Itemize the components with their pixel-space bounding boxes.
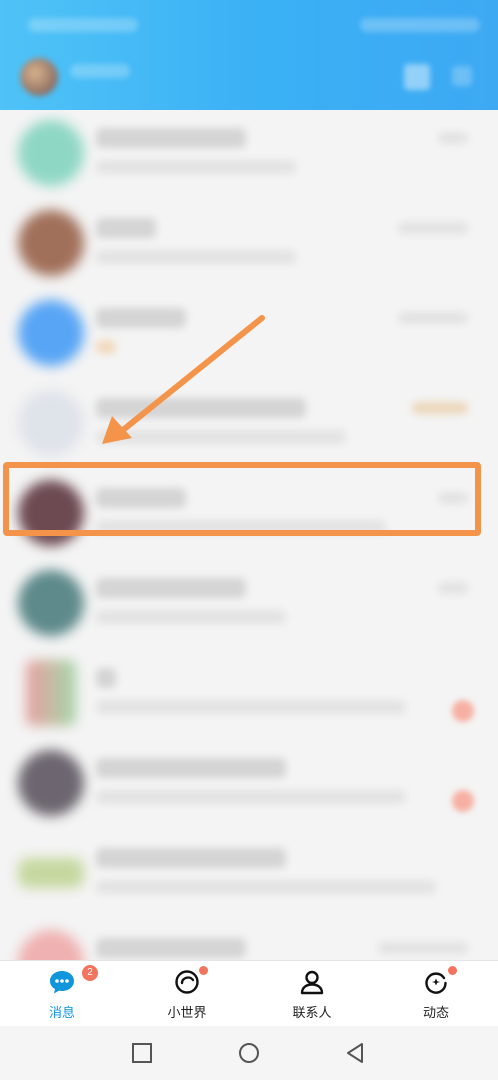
app-header (0, 0, 498, 110)
avatar (18, 570, 84, 636)
avatar (26, 660, 76, 726)
conversation-name (96, 938, 246, 958)
notification-dot (199, 966, 208, 975)
chat-bubble-icon (50, 971, 74, 994)
avatar (18, 300, 84, 366)
tab-label: 联系人 (292, 1006, 332, 1021)
tab-label: 动态 (422, 1006, 449, 1021)
tab-label: 小世界 (167, 1006, 207, 1021)
tab-label: 消息 (48, 1006, 75, 1021)
avatar (18, 120, 84, 186)
conversation-name (96, 128, 246, 148)
avatar (18, 210, 84, 276)
conversation-preview (96, 250, 296, 264)
conversation-name (96, 668, 116, 688)
circle-icon[interactable] (238, 1042, 260, 1064)
tab-moments[interactable]: 动态 (386, 961, 486, 1027)
avatar (18, 390, 84, 456)
unread-badge (452, 700, 474, 722)
conversation-time (438, 132, 468, 144)
conversation-time (438, 582, 468, 594)
unread-badge (452, 790, 474, 812)
conversation-name (96, 758, 286, 778)
conversation-time (378, 942, 468, 954)
conversation-name (96, 218, 156, 238)
highlight-box (3, 462, 481, 536)
plus-icon[interactable] (452, 66, 472, 86)
ring-icon (175, 970, 199, 994)
conversation-preview (96, 790, 406, 804)
list-item[interactable] (0, 650, 498, 740)
system-nav-bar (0, 1026, 498, 1080)
profile-avatar[interactable] (20, 58, 58, 96)
conversation-name (96, 578, 246, 598)
list-item[interactable] (0, 920, 498, 960)
notification-dot (448, 966, 457, 975)
square-icon[interactable] (131, 1042, 153, 1064)
account-name (70, 64, 130, 78)
list-item[interactable] (0, 560, 498, 650)
conversation-preview (96, 880, 436, 894)
unread-count-badge: 2 (82, 965, 98, 981)
conversation-name (96, 848, 286, 868)
status-bar-right (360, 18, 480, 32)
person-icon (300, 970, 324, 995)
status-bar-left (28, 18, 138, 32)
conversation-preview (96, 160, 296, 174)
add-icon[interactable] (404, 64, 430, 90)
list-item[interactable] (0, 740, 498, 830)
tab-contacts[interactable]: 联系人 (262, 961, 362, 1027)
annotation-arrow (102, 315, 265, 444)
conversation-time (398, 222, 468, 234)
list-item[interactable] (0, 830, 498, 920)
bottom-tab-bar: 2 消息 小世界 联系人 动态 (0, 960, 498, 1027)
avatar (18, 858, 84, 888)
conversation-preview (96, 610, 286, 624)
list-item[interactable] (0, 110, 498, 200)
avatar (18, 750, 84, 816)
star-refresh-icon (425, 972, 447, 994)
tab-small-world[interactable]: 小世界 (137, 961, 237, 1027)
avatar (18, 930, 84, 960)
triangle-back-icon[interactable] (344, 1042, 366, 1064)
conversation-time (398, 312, 468, 324)
conversation-preview (96, 700, 406, 714)
list-item[interactable] (0, 200, 498, 290)
tab-messages[interactable]: 2 消息 (12, 961, 112, 1027)
conversation-time (412, 402, 468, 414)
